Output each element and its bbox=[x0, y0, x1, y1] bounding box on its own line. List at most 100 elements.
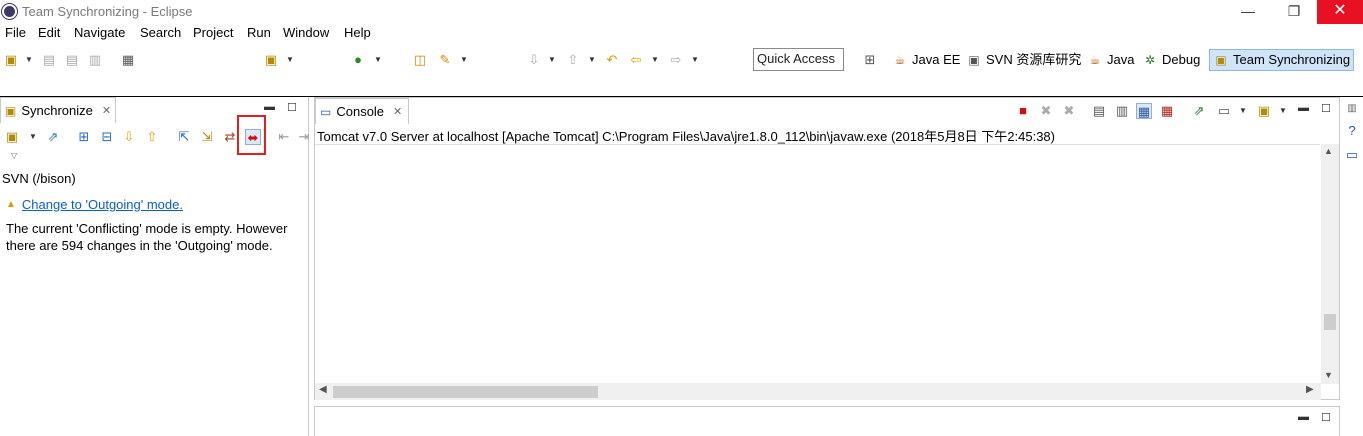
minimize-view-icon[interactable]: ▬ bbox=[1298, 102, 1309, 114]
quick-access-input[interactable]: Quick Access bbox=[753, 48, 844, 71]
prev-annotation-icon[interactable]: ⇧ bbox=[565, 52, 581, 68]
display-console-dropdown-icon[interactable]: ▼ bbox=[1239, 107, 1247, 115]
both-modes-icon[interactable]: ⇄ bbox=[222, 129, 238, 145]
eclipse-logo-icon bbox=[2, 4, 17, 19]
pin-icon[interactable]: ⇗ bbox=[45, 129, 61, 145]
new-dropdown-icon[interactable]: ▼ bbox=[25, 56, 33, 64]
perspective-java-ee[interactable]: ☕ Java EE bbox=[892, 50, 961, 70]
svn-perspective-icon: ▣ bbox=[968, 53, 980, 67]
wand-icon[interactable]: ✎ bbox=[437, 52, 453, 68]
next-annotation-dropdown-icon[interactable]: ▼ bbox=[548, 56, 556, 64]
console-process-label: Tomcat v7.0 Server at localhost [Apache … bbox=[317, 129, 1055, 144]
binary-icon[interactable]: ▦ bbox=[120, 52, 136, 68]
show-stderr-icon[interactable]: ▦ bbox=[1159, 103, 1175, 119]
scroll-right-icon[interactable]: ▶ bbox=[1306, 384, 1314, 395]
next-difference-icon[interactable]: ⇩ bbox=[121, 129, 137, 145]
menu-help[interactable]: Help bbox=[344, 25, 371, 40]
perspective-debug[interactable]: ✲ Debug bbox=[1142, 50, 1200, 70]
next-annotation-icon[interactable]: ⇩ bbox=[526, 52, 542, 68]
scroll-up-icon[interactable]: ▲ bbox=[1324, 146, 1333, 156]
open-folder-icon[interactable]: ◫ bbox=[412, 52, 428, 68]
help-icon[interactable]: ? bbox=[1344, 123, 1360, 139]
menu-run[interactable]: Run bbox=[247, 25, 271, 40]
remove-launch-icon[interactable]: ✖ bbox=[1038, 103, 1054, 119]
maximize-view-icon[interactable]: ☐ bbox=[287, 101, 297, 114]
console-view: ▭ Console ✕ ■ ✖ ✖ ▤ ▥ ▦ ▦ ⇗ ▭ ▼ ▣ ▼ ▬ ☐ … bbox=[314, 97, 1340, 400]
collapse-all-icon[interactable]: ⊟ bbox=[99, 129, 115, 145]
menu-navigate[interactable]: Navigate bbox=[74, 25, 125, 40]
scroll-left-icon[interactable]: ◀ bbox=[319, 384, 327, 395]
perspective-svn[interactable]: ▣ SVN 资源库研究 bbox=[966, 50, 1081, 70]
trim-restore-icon[interactable]: ▥ bbox=[1344, 101, 1360, 117]
open-console-icon[interactable]: ▣ bbox=[1256, 103, 1272, 119]
highlight-annotation bbox=[237, 115, 266, 155]
svn-update-icon[interactable]: ▣ bbox=[263, 52, 279, 68]
title-bar: Team Synchronizing - Eclipse — ❐ ✕ bbox=[0, 0, 1363, 24]
minimize-view-icon[interactable]: ▬ bbox=[264, 101, 275, 113]
clear-console-icon[interactable]: ▤ bbox=[1091, 103, 1107, 119]
outgoing-mode-icon[interactable]: ⇱ bbox=[176, 129, 192, 145]
perspective-java[interactable]: ☕ Java bbox=[1087, 50, 1135, 70]
task-list-icon[interactable]: ▭ bbox=[1344, 147, 1360, 163]
display-console-icon[interactable]: ▭ bbox=[1216, 103, 1232, 119]
change-mode-link[interactable]: Change to 'Outgoing' mode. bbox=[22, 197, 183, 212]
close-tab-icon[interactable]: ✕ bbox=[393, 105, 402, 118]
scroll-down-icon[interactable]: ▼ bbox=[1324, 370, 1333, 380]
save-icon[interactable]: ▤ bbox=[41, 52, 57, 68]
scroll-lock-icon[interactable]: ▥ bbox=[1114, 103, 1130, 119]
open-perspective-icon[interactable]: ⊞ bbox=[862, 52, 878, 68]
remove-all-launches-icon[interactable]: ✖ bbox=[1061, 103, 1077, 119]
menu-file[interactable]: File bbox=[5, 25, 26, 40]
forward-dropdown-icon[interactable]: ▼ bbox=[691, 56, 699, 64]
minimize-button[interactable]: — bbox=[1225, 0, 1271, 24]
show-stdout-icon[interactable]: ▦ bbox=[1136, 103, 1152, 119]
run-icon[interactable]: ● bbox=[350, 52, 366, 68]
terminate-icon[interactable]: ■ bbox=[1015, 103, 1031, 119]
restore-button[interactable]: ❐ bbox=[1271, 0, 1317, 24]
synchronize-tab[interactable]: ▣ Synchronize ✕ bbox=[0, 97, 116, 123]
menu-search[interactable]: Search bbox=[140, 25, 181, 40]
minimize-view-icon[interactable]: ▬ bbox=[1298, 411, 1309, 423]
new-icon[interactable]: ▣ bbox=[3, 52, 19, 68]
commit-all-icon[interactable]: ⇤ bbox=[276, 129, 292, 145]
view-menu-icon[interactable]: ▽ bbox=[11, 152, 19, 160]
maximize-view-icon[interactable]: ☐ bbox=[1321, 102, 1331, 115]
maximize-view-icon[interactable]: ☐ bbox=[1321, 411, 1331, 424]
perspective-team-synchronizing[interactable]: ▣ Team Synchronizing bbox=[1209, 49, 1355, 71]
last-edit-icon[interactable]: ↶ bbox=[604, 52, 620, 68]
back-dropdown-icon[interactable]: ▼ bbox=[651, 56, 659, 64]
horizontal-scroll-thumb[interactable] bbox=[333, 386, 598, 398]
vertical-scrollbar[interactable]: ▲ ▼ bbox=[1321, 144, 1339, 384]
wand-dropdown-icon[interactable]: ▼ bbox=[460, 56, 468, 64]
previous-difference-icon[interactable]: ⇧ bbox=[144, 129, 160, 145]
svn-dropdown-icon[interactable]: ▼ bbox=[286, 56, 294, 64]
vertical-scroll-thumb[interactable] bbox=[1324, 314, 1336, 330]
horizontal-scrollbar[interactable]: ◀ ▶ bbox=[315, 383, 1321, 400]
print-icon[interactable]: ▥ bbox=[87, 52, 103, 68]
synchronize-dropdown-icon[interactable]: ▼ bbox=[29, 133, 37, 141]
back-icon[interactable]: ⇦ bbox=[628, 52, 644, 68]
menu-project[interactable]: Project bbox=[193, 25, 233, 40]
update-all-icon[interactable]: ⇥ bbox=[296, 129, 312, 145]
forward-icon[interactable]: ⇨ bbox=[668, 52, 684, 68]
window-title: Team Synchronizing - Eclipse bbox=[22, 4, 193, 19]
perspective-label: Java bbox=[1107, 52, 1135, 67]
prev-annotation-dropdown-icon[interactable]: ▼ bbox=[588, 56, 596, 64]
open-console-dropdown-icon[interactable]: ▼ bbox=[1279, 107, 1287, 115]
mode-switch-row: ▲ Change to 'Outgoing' mode. bbox=[6, 197, 183, 212]
console-tab[interactable]: ▭ Console ✕ bbox=[315, 98, 409, 124]
synchronize-icon: ▣ bbox=[5, 103, 17, 118]
menu-edit[interactable]: Edit bbox=[38, 25, 60, 40]
expand-all-icon[interactable]: ⊞ bbox=[76, 129, 92, 145]
save-all-icon[interactable]: ▤ bbox=[64, 52, 80, 68]
console-output[interactable] bbox=[315, 144, 1320, 384]
console-tab-label: Console bbox=[336, 104, 385, 119]
close-window-button[interactable]: ✕ bbox=[1317, 0, 1363, 24]
close-tab-icon[interactable]: ✕ bbox=[102, 104, 111, 117]
pin-console-icon[interactable]: ⇗ bbox=[1191, 103, 1207, 119]
synchronize-action-icon[interactable]: ▣ bbox=[4, 129, 20, 145]
perspective-label: Team Synchronizing bbox=[1233, 52, 1351, 67]
incoming-mode-icon[interactable]: ⇲ bbox=[199, 129, 215, 145]
menu-window[interactable]: Window bbox=[283, 25, 329, 40]
run-dropdown-icon[interactable]: ▼ bbox=[374, 56, 382, 64]
